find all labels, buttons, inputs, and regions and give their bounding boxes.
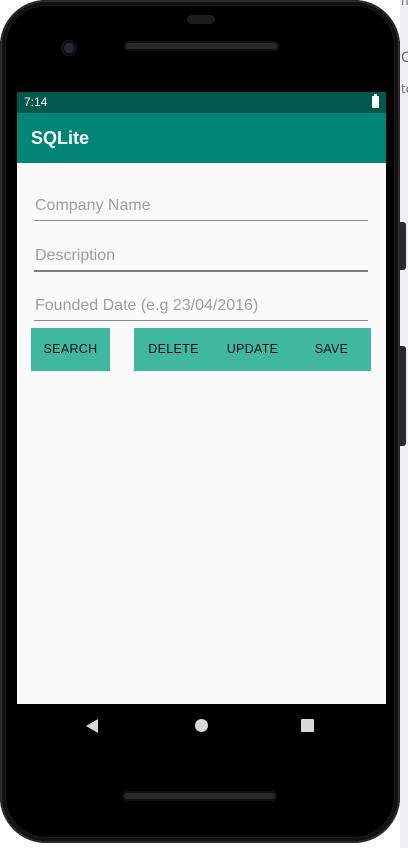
update-button[interactable]: UPDATE (213, 328, 292, 371)
top-sensor-bar (187, 15, 215, 24)
navigation-bar (17, 704, 386, 749)
device-screen: 7:14 SQLite SEARCH DELETE UPDATE SAVE (17, 92, 386, 743)
desktop-edge-text-2: C (401, 50, 408, 66)
status-time: 7:14 (24, 95, 48, 109)
recents-icon[interactable] (301, 719, 314, 732)
desktop-edge-text-1: nc (401, 0, 408, 8)
front-camera-icon (61, 40, 77, 56)
description-input[interactable] (34, 242, 369, 270)
desktop-edge-text-3: to (401, 82, 408, 96)
company-name-input[interactable] (34, 192, 369, 220)
power-button[interactable] (400, 222, 406, 270)
company-name-underline (34, 220, 368, 221)
app-title: SQLite (31, 128, 90, 148)
delete-button[interactable]: DELETE (134, 328, 213, 371)
company-name-field (34, 192, 369, 222)
founded-date-underline (34, 320, 368, 321)
status-bar: 7:14 (17, 92, 386, 113)
bottom-speaker (122, 791, 277, 801)
founded-date-field (34, 292, 369, 322)
volume-button[interactable] (400, 346, 406, 446)
back-icon[interactable] (86, 719, 98, 733)
action-button-group: DELETE UPDATE SAVE (134, 328, 371, 371)
description-underline (34, 270, 368, 272)
save-button[interactable]: SAVE (292, 328, 371, 371)
app-bar: SQLite (17, 113, 386, 163)
battery-icon (372, 94, 379, 108)
page: nc C to 7:14 SQLite SEARCH (0, 0, 408, 848)
description-field (34, 242, 369, 272)
earpiece-speaker (124, 41, 279, 51)
home-icon[interactable] (195, 719, 208, 732)
founded-date-input[interactable] (34, 292, 369, 320)
search-button[interactable]: SEARCH (31, 328, 110, 371)
